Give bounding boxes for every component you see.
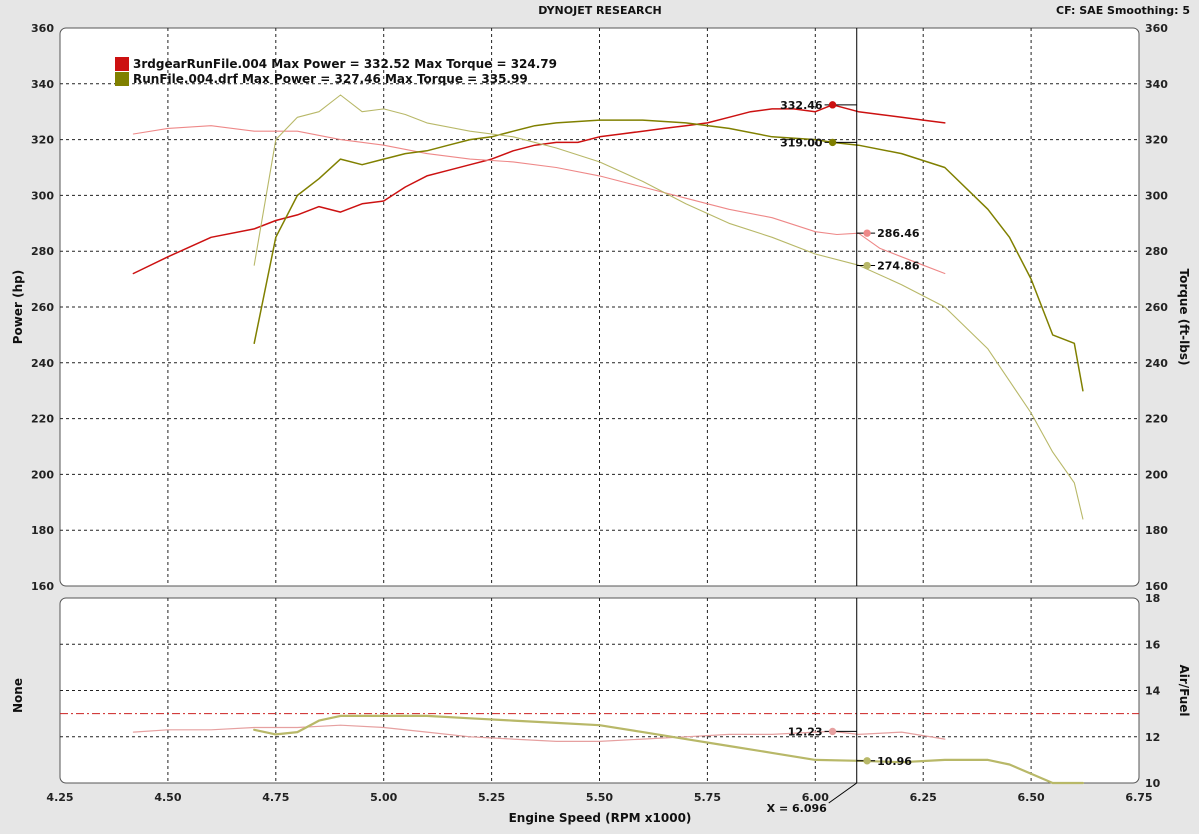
power-tick-label: 260 xyxy=(31,301,54,314)
x-tick-label: 6.75 xyxy=(1125,791,1152,804)
series-marker-point xyxy=(863,261,871,270)
power-tick-label: 220 xyxy=(31,413,54,426)
window-title: DYNOJET RESEARCH xyxy=(538,4,661,17)
air-fuel-tick-label: 16 xyxy=(1145,638,1161,651)
air-fuel-tick-label: 12 xyxy=(1145,731,1160,744)
series-marker-point xyxy=(863,757,871,765)
power-axis-title: Power (hp) xyxy=(11,270,25,344)
torque-tick-label: 360 xyxy=(1145,22,1168,35)
series-marker-value: 10.96 xyxy=(877,755,912,768)
x-tick-label: 4.75 xyxy=(262,791,289,804)
power-tick-label: 160 xyxy=(31,580,54,593)
series-marker-point xyxy=(828,101,837,109)
power-tick-labels: 160 180 200 220 240 260 280 300 320 340 360 xyxy=(31,22,54,593)
legend-entry-run-2: RunFile.004.drf Max Power = 327.46 Max T… xyxy=(133,72,528,86)
torque-tick-label: 180 xyxy=(1145,524,1168,537)
x-tick-label: 4.25 xyxy=(46,791,73,804)
series-marker-value: 286.46 xyxy=(877,227,920,240)
series-marker-value: 332.46 xyxy=(780,99,823,112)
x-tick-label: 6.25 xyxy=(910,791,937,804)
legend-swatch-run-1 xyxy=(115,57,129,71)
torque-tick-label: 300 xyxy=(1145,189,1168,202)
series-marker-point xyxy=(863,229,871,237)
torque-tick-label: 260 xyxy=(1145,301,1168,314)
cursor-readout: X = 6.096 xyxy=(767,802,827,815)
cursor-leader xyxy=(828,782,858,804)
x-tick-label: 4.50 xyxy=(154,791,181,804)
x-tick-label: 5.50 xyxy=(586,791,613,804)
x-tick-label: 5.75 xyxy=(694,791,721,804)
torque-tick-label: 200 xyxy=(1145,468,1168,481)
series-marker-point xyxy=(828,727,837,736)
torque-tick-label: 220 xyxy=(1145,413,1168,426)
air-fuel-axis-title: Air/Fuel xyxy=(1177,664,1191,716)
legend-entry-run-1: 3rdgearRunFile.004 Max Power = 332.52 Ma… xyxy=(133,57,557,71)
none-axis-title: None xyxy=(11,678,25,713)
torque-axis-title: Torque (ft-lbs) xyxy=(1177,269,1191,366)
power-tick-label: 360 xyxy=(31,22,54,35)
torque-tick-label: 280 xyxy=(1145,245,1168,258)
rpm-axis-title: Engine Speed (RPM x1000) xyxy=(509,811,692,825)
air-fuel-tick-label: 18 xyxy=(1145,592,1160,605)
power-tick-label: 300 xyxy=(31,189,54,202)
air-fuel-tick-label: 14 xyxy=(1145,685,1161,698)
rpm-tick-labels: 4.25 4.50 4.75 5.00 5.25 5.50 5.75 6.00 6.25 6.50… xyxy=(46,791,1152,804)
x-tick-label: 5.25 xyxy=(478,791,505,804)
legend-swatch-run-2 xyxy=(115,72,129,86)
torque-tick-labels: 160180200220240260280300320340360 xyxy=(1145,22,1168,593)
series-marker-value: 12.23 xyxy=(788,725,823,738)
dyno-chart: DYNOJET RESEARCH CF: SAE Smoothing: 5 33… xyxy=(11,4,1191,825)
torque-tick-label: 240 xyxy=(1145,357,1168,370)
torque-tick-label: 320 xyxy=(1145,134,1168,147)
power-tick-label: 280 xyxy=(31,245,54,258)
x-tick-label: 5.00 xyxy=(370,791,397,804)
air-fuel-tick-label: 10 xyxy=(1145,777,1161,790)
series-marker-value: 319.00 xyxy=(780,136,823,149)
legend: 3rdgearRunFile.004 Max Power = 332.52 Ma… xyxy=(115,57,557,86)
settings-readout: CF: SAE Smoothing: 5 xyxy=(1056,4,1190,17)
x-tick-label: 6.50 xyxy=(1018,791,1045,804)
power-tick-label: 180 xyxy=(31,524,54,537)
power-tick-label: 200 xyxy=(31,468,54,481)
power-tick-label: 240 xyxy=(31,357,54,370)
power-tick-label: 340 xyxy=(31,78,54,91)
torque-tick-label: 340 xyxy=(1145,78,1168,91)
power-tick-label: 320 xyxy=(31,134,54,147)
air-fuel-tick-labels: 10 12 14 16 18 xyxy=(1145,592,1161,790)
series-marker-value: 274.86 xyxy=(877,260,920,273)
series-marker-point xyxy=(828,138,837,147)
